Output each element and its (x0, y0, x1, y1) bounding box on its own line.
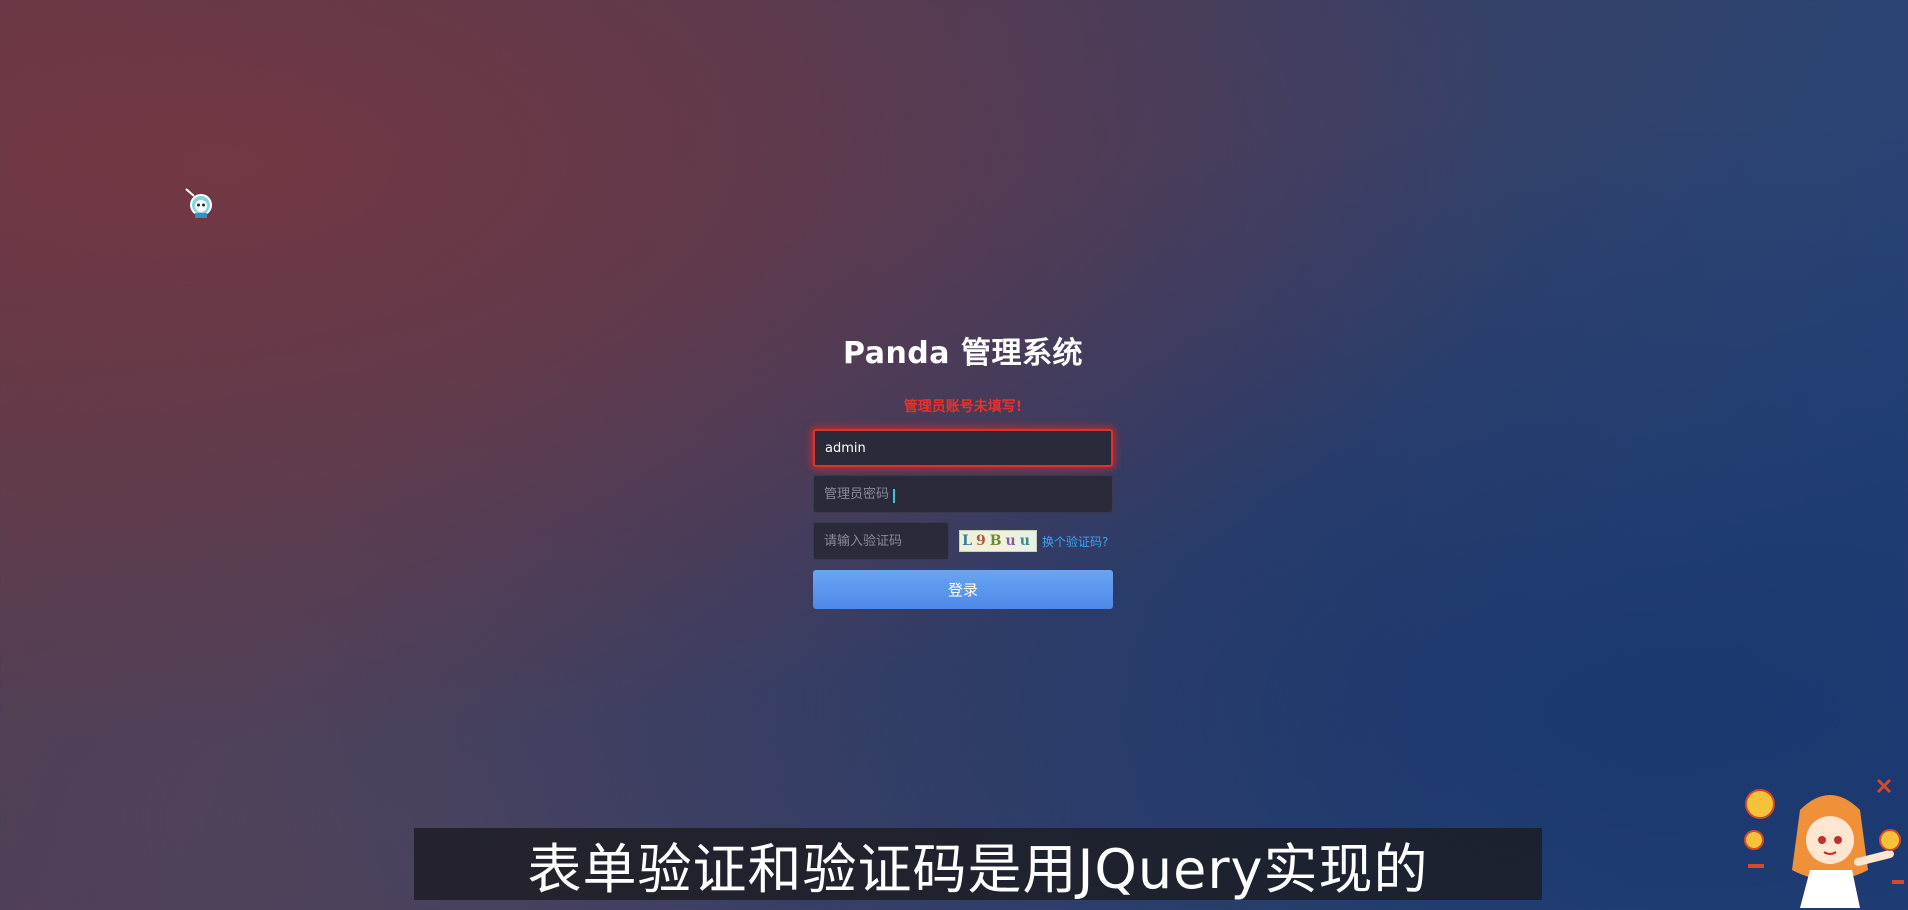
refresh-captcha-link[interactable]: 换个验证码? (1042, 533, 1108, 550)
username-field[interactable] (813, 429, 1113, 467)
captcha-char: B (989, 533, 1006, 549)
umaru-mascot-icon (1740, 770, 1908, 910)
anime-character-icon[interactable] (184, 186, 214, 220)
captcha-char: 9 (975, 533, 990, 549)
page-title: Panda 管理系统 (843, 336, 1083, 371)
captcha-char: u (1019, 533, 1034, 549)
captcha-row: L 9 B u u 换个验证码? (813, 522, 1113, 560)
error-message: 管理员账号未填写! (903, 399, 1023, 415)
text-cursor (893, 489, 895, 503)
login-button[interactable]: 登录 (813, 570, 1113, 609)
captcha-image[interactable]: L 9 B u u (959, 530, 1037, 552)
password-wrapper (813, 475, 1113, 513)
video-subtitle: 表单验证和验证码是用JQuery实现的 (414, 828, 1542, 901)
captcha-char: u (1005, 533, 1020, 549)
captcha-input[interactable] (813, 522, 949, 560)
password-field[interactable] (813, 475, 1113, 513)
captcha-char: L (962, 533, 976, 549)
login-panel: Panda 管理系统 管理员账号未填写! L 9 B u u 换个验证码? 登录 (813, 330, 1113, 609)
